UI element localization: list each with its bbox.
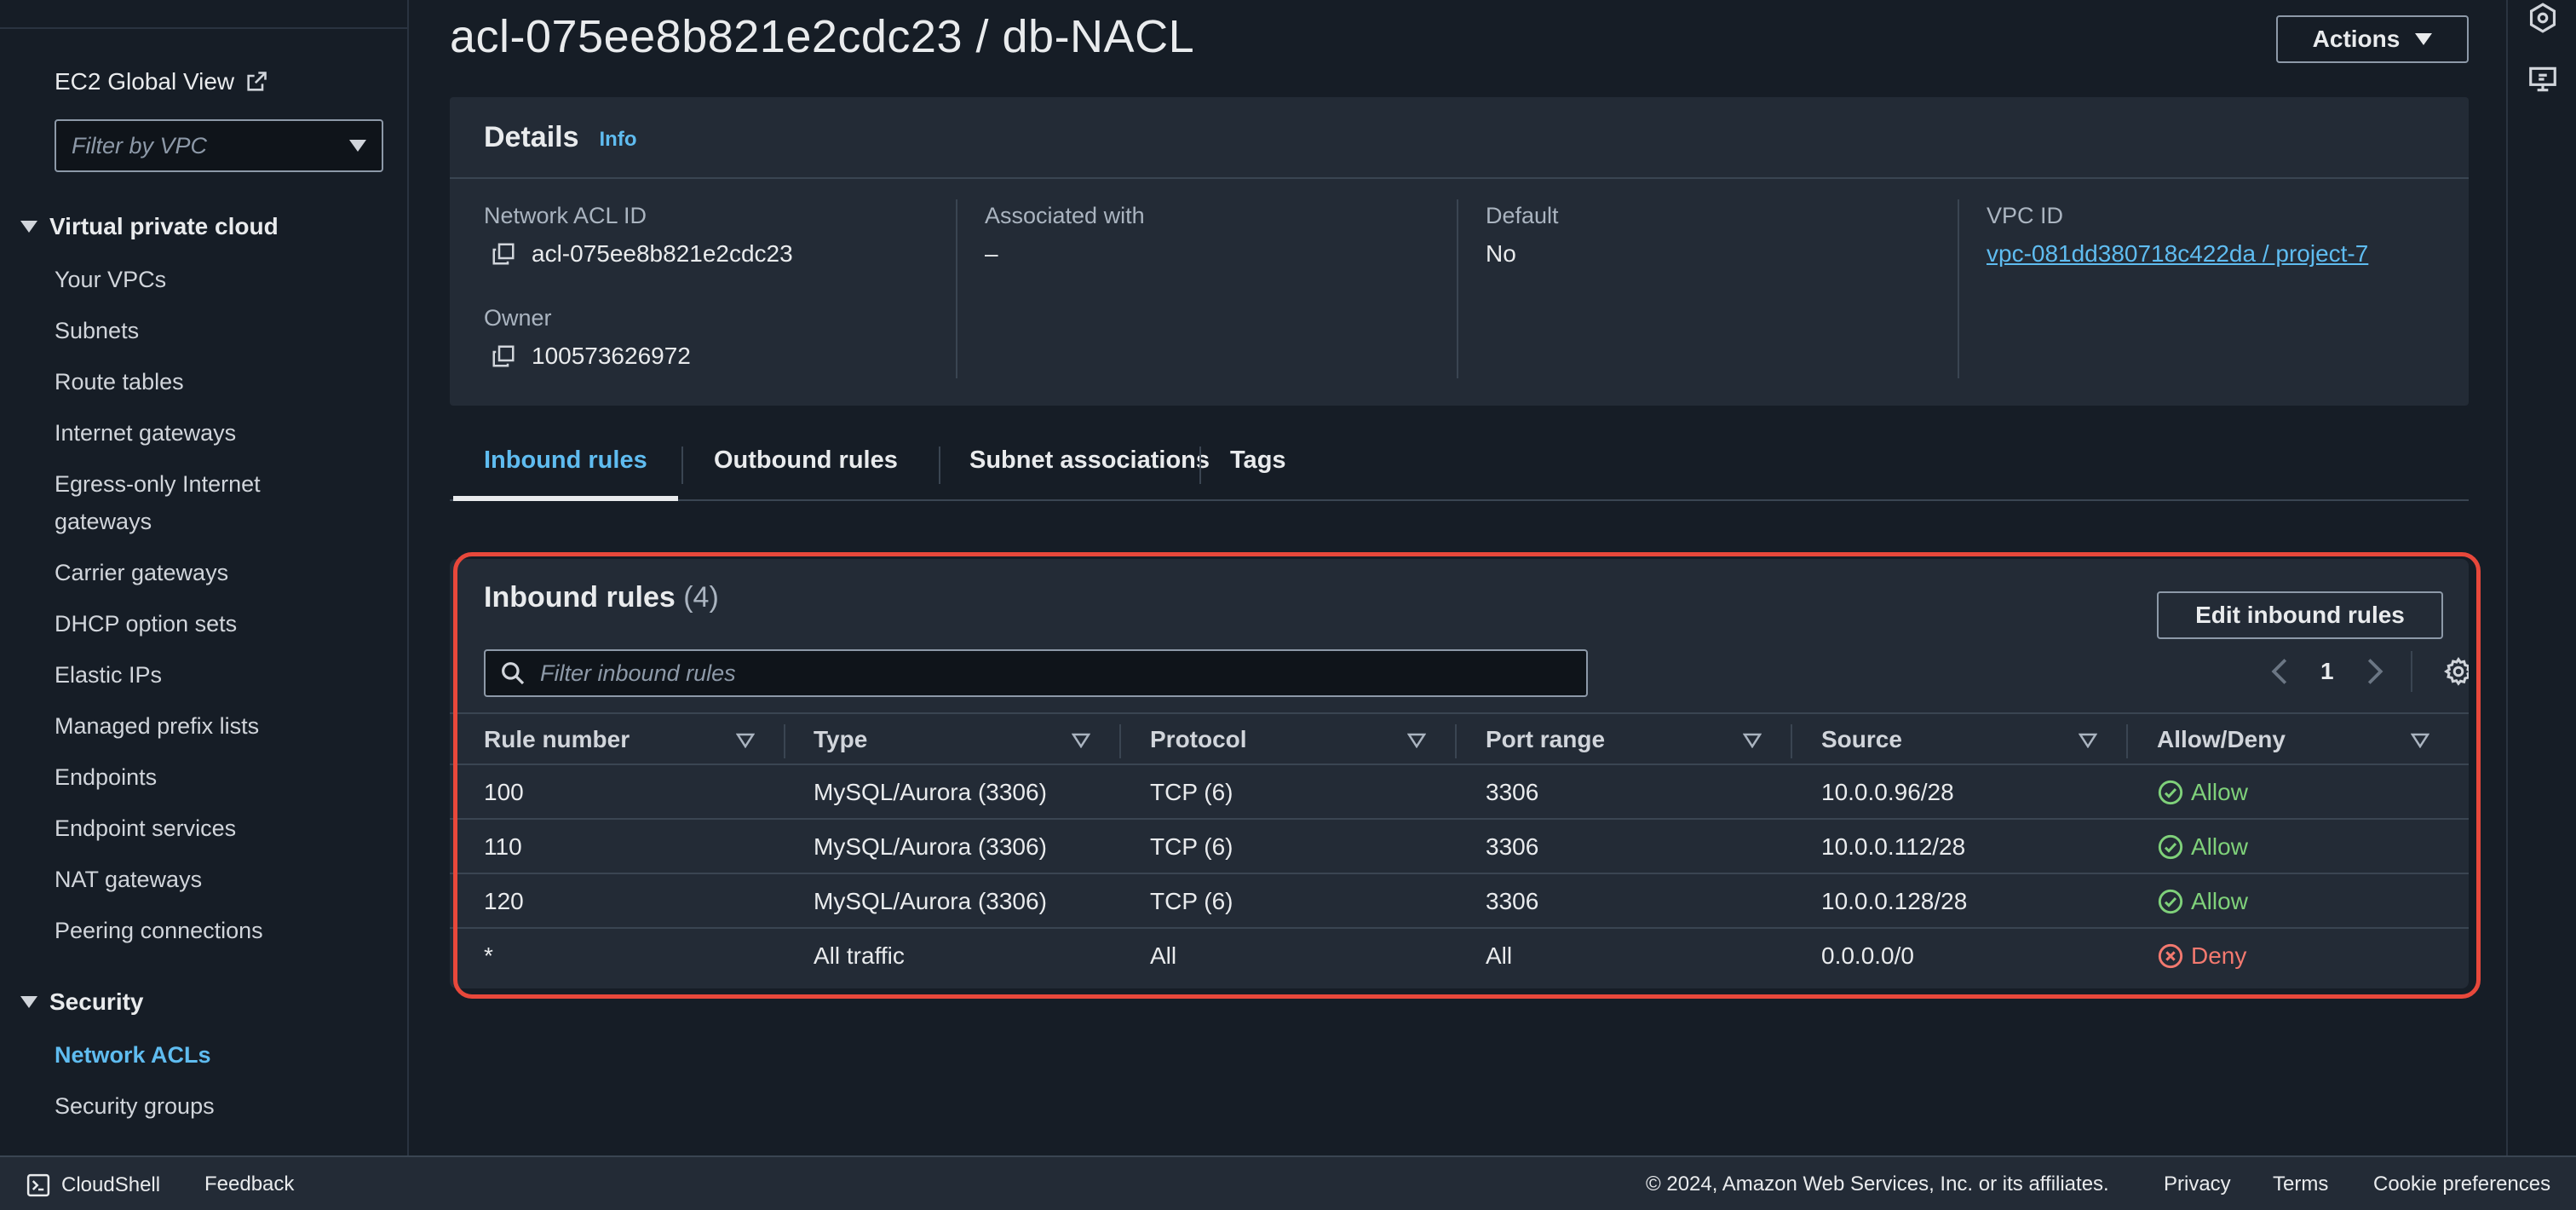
external-link-icon [247, 72, 267, 91]
sidebar-item-dhcp-option-sets[interactable]: DHCP option sets [55, 605, 237, 642]
vpc-filter-placeholder: Filter by VPC [72, 132, 208, 158]
chevron-down-icon [349, 140, 366, 152]
details-panel: Details Info Network ACL ID acl-075ee8b8… [450, 97, 2469, 406]
copy-icon[interactable] [491, 241, 516, 267]
details-col-associated: Associated with – [956, 199, 1458, 378]
expand-triangle-icon [20, 996, 37, 1008]
tab-inbound-rules[interactable]: Inbound rules [484, 447, 647, 475]
owner-value: 100573626972 [491, 343, 691, 370]
sidebar-item-subnets[interactable]: Subnets [55, 312, 139, 349]
default-value: No [1486, 240, 1516, 267]
tab-divider [939, 447, 940, 484]
feedback-link[interactable]: Feedback [204, 1173, 294, 1196]
sidebar-item-endpoints[interactable]: Endpoints [55, 758, 157, 796]
cloudshell-button[interactable]: CloudShell [26, 1173, 160, 1198]
sidebar-item-managed-prefix-lists[interactable]: Managed prefix lists [55, 707, 259, 745]
footer: CloudShell Feedback © 2024, Amazon Web S… [0, 1155, 2576, 1210]
expand-triangle-icon [20, 221, 37, 233]
vpc-id-link[interactable]: vpc-081dd380718c422da / project-7 [1987, 240, 2368, 268]
page-title: acl-075ee8b821e2cdc23 / db-NACL [450, 11, 1195, 62]
details-col-default: Default No [1457, 199, 1959, 378]
active-tab-indicator [453, 496, 678, 501]
screen-feedback-icon[interactable] [2527, 63, 2559, 95]
sidebar-item-security-groups[interactable]: Security groups [55, 1087, 215, 1125]
details-col-vpc: VPC ID vpc-081dd380718c422da / project-7 [1958, 199, 2460, 378]
right-utility-rail [2506, 0, 2576, 1155]
highlight-outline [453, 552, 2481, 999]
ec2-global-view-link[interactable]: EC2 Global View [55, 68, 268, 95]
tab-subnet-associations[interactable]: Subnet associations [969, 447, 1210, 475]
cloudshell-label: CloudShell [61, 1173, 161, 1196]
ec2-global-view-label: EC2 Global View [55, 68, 235, 95]
owner-text: 100573626972 [532, 343, 691, 369]
sidebar-item-endpoint-services[interactable]: Endpoint services [55, 810, 236, 847]
copy-icon[interactable] [491, 343, 516, 369]
associated-value: – [985, 240, 998, 267]
chevron-down-icon [2415, 33, 2433, 45]
actions-label: Actions [2312, 26, 2401, 52]
sidebar-item-carrier-gateways[interactable]: Carrier gateways [55, 554, 228, 591]
privacy-link[interactable]: Privacy [2164, 1173, 2231, 1196]
section-security-label: Security [49, 988, 144, 1015]
sidebar-item-elastic-ips[interactable]: Elastic IPs [55, 656, 162, 694]
section-virtual-private-cloud[interactable]: Virtual private cloud [20, 213, 279, 240]
sidebar-item-your-vpcs[interactable]: Your VPCs [55, 261, 166, 298]
terms-link[interactable]: Terms [2273, 1173, 2328, 1196]
actions-button[interactable]: Actions [2276, 15, 2469, 63]
sidebar-item-egress-only-internet-gateways-line2[interactable]: gateways [55, 503, 152, 540]
sidebar-item-nat-gateways[interactable]: NAT gateways [55, 861, 202, 898]
tab-tags[interactable]: Tags [1230, 447, 1286, 475]
section-vpc-label: Virtual private cloud [49, 213, 279, 239]
associated-label: Associated with [985, 203, 1145, 228]
vpc-filter-select[interactable]: Filter by VPC [55, 119, 383, 172]
details-col-acl: Network ACL ID acl-075ee8b821e2cdc23 Own… [484, 199, 986, 378]
tab-bar: Inbound rules Outbound rules Subnet asso… [450, 441, 2469, 501]
sidebar-divider [0, 27, 407, 29]
details-heading: Details [484, 120, 579, 153]
sidebar-item-internet-gateways[interactable]: Internet gateways [55, 414, 236, 452]
details-header: Details Info [450, 97, 2469, 179]
copyright-text: © 2024, Amazon Web Services, Inc. or its… [1646, 1173, 2109, 1196]
sidebar: EC2 Global View Filter by VPC Virtual pr… [0, 0, 409, 1155]
sidebar-item-egress-only-internet-gateways[interactable]: Egress-only Internet [55, 465, 261, 503]
vpc-id-label: VPC ID [1987, 203, 2064, 228]
tab-outbound-rules[interactable]: Outbound rules [714, 447, 898, 475]
sidebar-item-network-acls[interactable]: Network ACLs [55, 1036, 211, 1074]
owner-label: Owner [484, 305, 552, 331]
tab-divider [1199, 447, 1201, 484]
acl-id-text: acl-075ee8b821e2cdc23 [532, 240, 793, 267]
acl-id-value: acl-075ee8b821e2cdc23 [491, 240, 793, 268]
sidebar-item-route-tables[interactable]: Route tables [55, 363, 184, 400]
section-security[interactable]: Security [20, 988, 144, 1016]
tab-divider [681, 447, 683, 484]
hexagon-icon[interactable] [2527, 2, 2559, 34]
main-content: acl-075ee8b821e2cdc23 / db-NACL Actions … [411, 0, 2506, 1155]
terminal-icon [26, 1173, 50, 1197]
info-link[interactable]: Info [600, 128, 637, 152]
acl-id-label: Network ACL ID [484, 203, 647, 228]
cookie-preferences-link[interactable]: Cookie preferences [2373, 1173, 2550, 1196]
default-label: Default [1486, 203, 1559, 228]
sidebar-item-peering-connections[interactable]: Peering connections [55, 912, 263, 949]
